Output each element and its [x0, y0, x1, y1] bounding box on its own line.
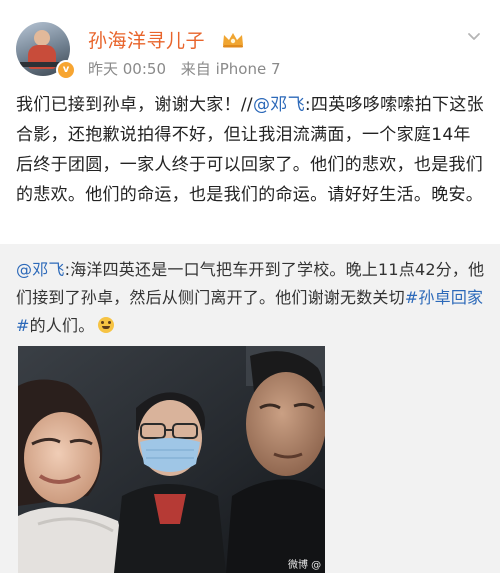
mention-link[interactable]: @邓飞 — [253, 95, 305, 115]
group-photo-illustration — [18, 346, 325, 573]
source-label: 来自 — [180, 60, 211, 78]
repost-photo[interactable]: 微博 @邓飞 — [18, 346, 325, 573]
repost-text-end: 的人们。 — [29, 316, 95, 335]
avatar-figure-head — [34, 30, 50, 46]
source-device: iPhone 7 — [215, 60, 281, 78]
v-badge-icon: v — [56, 60, 76, 80]
photo-watermark: 微博 @邓飞 — [288, 560, 322, 571]
username[interactable]: 孙海洋寻儿子 — [88, 26, 205, 53]
post-body: 我们已接到孙卓，谢谢大家！//@邓飞:四英哆哆嗦嗦拍下这张合影，还抱歉说拍得不好… — [16, 90, 486, 210]
repost-body: @邓飞:海洋四英还是一口气把车开到了学校。晚上11点42分，他们接到了孙卓，然后… — [16, 256, 488, 340]
repost-author-link[interactable]: @邓飞 — [16, 260, 65, 279]
crown-icon[interactable] — [221, 30, 245, 48]
chevron-down-icon[interactable] — [466, 28, 482, 44]
post-header: v 孙海洋寻儿子 昨天 00:50 来自 iPhone 7 — [0, 0, 500, 84]
post-text-intro: 我们已接到孙卓，谢谢大家！// — [16, 95, 253, 115]
post-meta: 昨天 00:50 来自 iPhone 7 — [88, 58, 281, 79]
grin-emoji-icon — [98, 317, 115, 333]
post-time: 昨天 00:50 — [88, 60, 166, 78]
